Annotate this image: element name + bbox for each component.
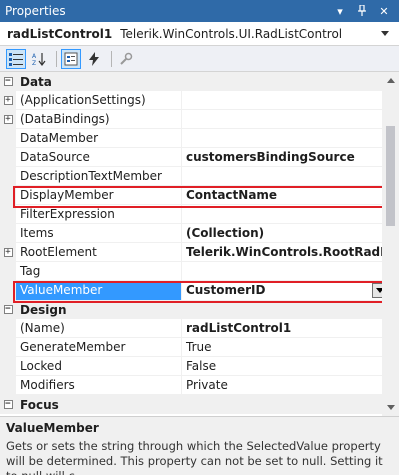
- property-name: (ApplicationSettings): [16, 90, 182, 110]
- properties-icon[interactable]: [61, 48, 81, 69]
- vertical-scrollbar[interactable]: [382, 72, 399, 416]
- scroll-down-icon[interactable]: [382, 399, 399, 416]
- property-row[interactable]: DataSource customersBindingSource: [0, 147, 399, 167]
- window-title: Properties: [5, 4, 66, 18]
- property-value[interactable]: [182, 110, 399, 129]
- toolbar-separator: [56, 50, 57, 67]
- property-row-valuemember[interactable]: ValueMember CustomerID: [0, 280, 399, 300]
- category-data[interactable]: − Data: [0, 72, 399, 91]
- property-row[interactable]: + (DataBindings): [0, 109, 399, 129]
- description-title: ValueMember: [6, 421, 99, 435]
- property-value[interactable]: True: [182, 338, 399, 357]
- category-design[interactable]: − Design: [0, 300, 399, 319]
- property-value[interactable]: Telerik.WinControls.RootRadElement: [182, 243, 399, 262]
- property-name: DescriptionTextMember: [16, 166, 182, 186]
- collapse-icon[interactable]: −: [0, 77, 16, 86]
- property-row[interactable]: Locked False: [0, 356, 399, 376]
- property-name: (Name): [16, 318, 182, 338]
- events-icon[interactable]: [84, 49, 104, 69]
- svg-text:Z: Z: [32, 60, 36, 66]
- property-row[interactable]: (Name) radListControl1: [0, 318, 399, 338]
- expand-icon[interactable]: +: [0, 109, 16, 129]
- property-name: RootElement: [16, 242, 182, 262]
- property-value[interactable]: [182, 262, 399, 281]
- property-value[interactable]: False: [182, 357, 399, 376]
- property-name: DisplayMember: [16, 185, 182, 205]
- property-value[interactable]: [182, 167, 399, 186]
- dropdown-icon[interactable]: ▾: [333, 4, 347, 18]
- toolbar-separator: [111, 50, 112, 67]
- property-row[interactable]: Modifiers Private: [0, 375, 399, 395]
- property-row[interactable]: + RootElement Telerik.WinControls.RootRa…: [0, 242, 399, 262]
- object-selector[interactable]: radListControl1 Telerik.WinControls.UI.R…: [0, 22, 399, 46]
- property-name: ValueMember: [16, 280, 182, 300]
- property-row[interactable]: DescriptionTextMember: [0, 166, 399, 186]
- object-type: Telerik.WinControls.UI.RadListControl: [120, 26, 343, 41]
- property-row[interactable]: GenerateMember True: [0, 337, 399, 357]
- expand-icon[interactable]: +: [0, 242, 16, 262]
- property-row[interactable]: DataMember: [0, 128, 399, 148]
- expand-icon[interactable]: +: [0, 90, 16, 110]
- description-text: Gets or sets the string through which th…: [6, 439, 383, 475]
- property-name: DataSource: [16, 147, 182, 167]
- property-row-displaymember[interactable]: DisplayMember ContactName: [0, 185, 399, 205]
- property-value-input[interactable]: CustomerID: [182, 280, 399, 300]
- category-label: Focus: [20, 397, 59, 412]
- property-value[interactable]: [182, 205, 399, 224]
- property-row[interactable]: Items (Collection): [0, 223, 399, 243]
- category-focus[interactable]: − Focus: [0, 395, 399, 414]
- property-grid: − Data + (ApplicationSettings) + (DataBi…: [0, 72, 399, 416]
- collapse-icon[interactable]: −: [0, 400, 16, 409]
- category-label: Design: [20, 302, 67, 317]
- chevron-down-icon[interactable]: [377, 25, 393, 41]
- alphabetical-icon[interactable]: AZ: [29, 49, 49, 69]
- property-value[interactable]: (Collection): [182, 224, 399, 243]
- properties-titlebar: Properties ▾ ✕: [0, 0, 399, 22]
- pin-icon[interactable]: [355, 4, 369, 18]
- categorized-icon[interactable]: [6, 48, 26, 69]
- collapse-icon[interactable]: −: [0, 305, 16, 314]
- property-row[interactable]: FilterExpression: [0, 204, 399, 224]
- property-name: DataMember: [16, 128, 182, 148]
- scroll-up-icon[interactable]: [382, 72, 399, 89]
- description-pane: ValueMember Gets or sets the string thro…: [0, 416, 399, 475]
- property-name: Items: [16, 223, 182, 243]
- property-value[interactable]: Private: [182, 376, 399, 395]
- property-value[interactable]: [182, 91, 399, 110]
- property-pages-icon[interactable]: [116, 49, 136, 69]
- object-name: radListControl1: [7, 26, 113, 41]
- property-name: GenerateMember: [16, 337, 182, 357]
- property-name: FilterExpression: [16, 204, 182, 224]
- property-name: (DataBindings): [16, 109, 182, 129]
- property-value[interactable]: radListControl1: [182, 319, 399, 338]
- property-name: Locked: [16, 356, 182, 376]
- property-name: Modifiers: [16, 375, 182, 395]
- property-value[interactable]: [182, 129, 399, 148]
- property-value[interactable]: customersBindingSource: [182, 148, 399, 167]
- properties-toolbar: AZ: [0, 46, 399, 72]
- property-value[interactable]: ContactName: [182, 186, 399, 205]
- scroll-thumb[interactable]: [386, 126, 395, 226]
- property-row[interactable]: + (ApplicationSettings): [0, 90, 399, 110]
- property-name: Tag: [16, 261, 182, 281]
- category-label: Data: [20, 74, 52, 89]
- svg-text:A: A: [32, 53, 37, 60]
- property-row[interactable]: Tag: [0, 261, 399, 281]
- close-icon[interactable]: ✕: [377, 4, 391, 18]
